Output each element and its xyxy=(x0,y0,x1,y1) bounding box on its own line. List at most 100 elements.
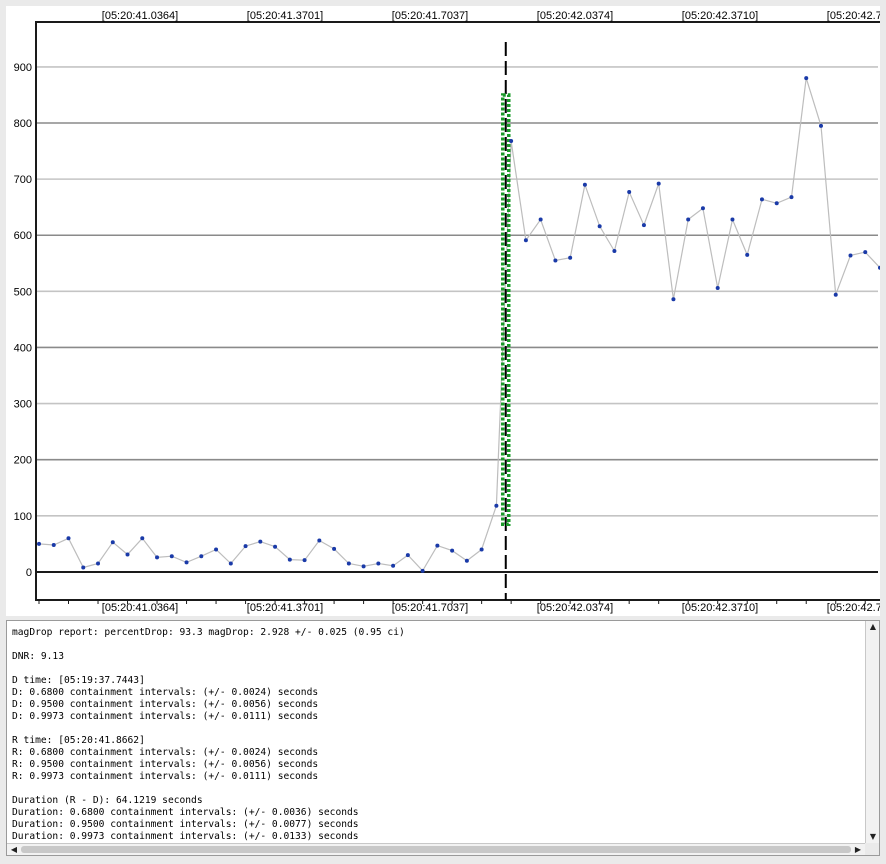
x-tick-label-bottom: [05:20:41.7037] xyxy=(392,602,468,614)
x-tick-label-top: [05:20:41.0364] xyxy=(102,10,178,22)
x-tick-label-bottom: [05:20:41.3701] xyxy=(247,602,323,614)
data-point xyxy=(420,568,425,573)
report-line: R: 0.6800 containment intervals: (+/- 0.… xyxy=(12,747,319,758)
report-line: R: 0.9973 containment intervals: (+/- 0.… xyxy=(12,771,319,782)
report-line: Duration (R - D): 64.1219 seconds xyxy=(12,795,203,806)
x-tick-label-top: [05:20:41.3701] xyxy=(247,10,323,22)
data-point xyxy=(405,553,410,558)
data-point xyxy=(730,217,735,222)
data-point xyxy=(214,547,219,552)
scroll-up-icon[interactable]: ▲ xyxy=(867,621,879,633)
data-point xyxy=(774,201,779,206)
data-point xyxy=(376,561,381,566)
report-line: D: 0.6800 containment intervals: (+/- 0.… xyxy=(12,687,319,698)
data-point xyxy=(243,544,248,549)
data-point xyxy=(332,546,337,551)
report-line xyxy=(12,639,860,651)
data-point xyxy=(538,217,543,222)
data-point xyxy=(759,197,764,202)
data-point xyxy=(863,250,868,255)
report-line: Duration: 0.9500 containment intervals: … xyxy=(12,819,359,830)
x-tick-label-top: [05:20:42.7047] xyxy=(827,10,880,22)
data-point xyxy=(479,547,484,552)
y-tick-label: 800 xyxy=(14,118,32,130)
data-point xyxy=(361,564,366,569)
data-point xyxy=(686,217,691,222)
data-point xyxy=(494,503,499,508)
report-line: R: 0.9500 containment intervals: (+/- 0.… xyxy=(12,759,319,770)
scrollbar-corner xyxy=(865,843,879,855)
report-line: Duration: 0.9973 containment intervals: … xyxy=(12,831,359,842)
data-point xyxy=(258,539,263,544)
data-point xyxy=(745,252,750,257)
data-point xyxy=(848,253,853,258)
data-point xyxy=(656,181,661,186)
y-tick-label: 600 xyxy=(14,230,32,242)
y-tick-label: 900 xyxy=(14,62,32,74)
report-line: magDrop report: percentDrop: 93.3 magDro… xyxy=(12,627,405,638)
data-point xyxy=(302,558,307,563)
x-tick-label-bottom: [05:20:41.0364] xyxy=(102,602,178,614)
y-tick-label: 0 xyxy=(26,567,32,579)
light-curve-plot[interactable]: 0 100 200 300 400 500 600 700 800 900 [05:20:41.03… xyxy=(6,6,880,616)
y-tick-label: 100 xyxy=(14,511,32,523)
data-point xyxy=(228,561,233,566)
data-point xyxy=(464,558,469,563)
data-point xyxy=(641,223,646,228)
data-point xyxy=(627,190,632,195)
scroll-left-icon[interactable]: ◀ xyxy=(8,844,20,856)
data-point xyxy=(37,541,41,546)
report-text: magDrop report: percentDrop: 93.3 magDro… xyxy=(7,621,865,843)
data-point xyxy=(700,206,705,211)
data-point xyxy=(789,195,794,200)
y-tick-label: 200 xyxy=(14,455,32,467)
report-line: D: 0.9973 containment intervals: (+/- 0.… xyxy=(12,711,319,722)
plot-frame xyxy=(35,21,880,601)
data-point xyxy=(199,554,204,559)
data-point xyxy=(125,552,130,557)
x-tick-label-top: [05:20:42.0374] xyxy=(537,10,613,22)
data-point xyxy=(523,238,528,243)
data-point xyxy=(582,182,587,187)
report-line: DNR: 9.13 xyxy=(12,651,64,662)
report-panel[interactable]: magDrop report: percentDrop: 93.3 magDro… xyxy=(6,620,880,856)
horizontal-scrollbar[interactable]: ◀ ▶ xyxy=(7,843,865,855)
data-point xyxy=(66,536,71,541)
data-point xyxy=(51,543,56,548)
report-line: R time: [05:20:41.8662] xyxy=(12,735,145,746)
scroll-right-icon[interactable]: ▶ xyxy=(852,844,864,856)
series-line xyxy=(38,77,880,572)
data-point xyxy=(804,76,809,81)
y-tick-label: 400 xyxy=(14,342,32,354)
y-tick-label: 700 xyxy=(14,174,32,186)
data-point xyxy=(435,543,440,548)
x-tick-label-top: [05:20:41.7037] xyxy=(392,10,468,22)
data-point xyxy=(110,540,115,545)
report-line: D: 0.9500 containment intervals: (+/- 0.… xyxy=(12,699,319,710)
x-tick-label-top: [05:20:42.3710] xyxy=(682,10,758,22)
report-line: D time: [05:19:37.7443] xyxy=(12,675,145,686)
data-point xyxy=(140,536,145,541)
data-point xyxy=(833,292,838,297)
data-point xyxy=(155,555,160,560)
data-point xyxy=(391,563,396,568)
data-point xyxy=(818,123,823,128)
scroll-down-icon[interactable]: ▼ xyxy=(867,831,879,843)
data-point xyxy=(597,224,602,229)
data-point xyxy=(553,258,558,263)
data-point xyxy=(317,538,322,543)
horizontal-scroll-thumb[interactable] xyxy=(21,846,851,853)
light-curve-chart: 0 100 200 300 400 500 600 700 800 900 [05:20:41.03… xyxy=(14,10,880,614)
data-point xyxy=(568,255,573,260)
report-line xyxy=(12,663,860,675)
data-point xyxy=(671,297,676,302)
data-point xyxy=(273,544,278,549)
x-tick-label-bottom: [05:20:42.0374] xyxy=(537,602,613,614)
data-point xyxy=(715,285,720,290)
report-line xyxy=(12,783,860,795)
data-point xyxy=(509,138,514,143)
x-tick-label-bottom: [05:20:42.7047] xyxy=(827,602,880,614)
data-point xyxy=(346,561,351,566)
vertical-scrollbar[interactable]: ▲ ▼ xyxy=(865,621,879,843)
data-point xyxy=(287,557,292,562)
